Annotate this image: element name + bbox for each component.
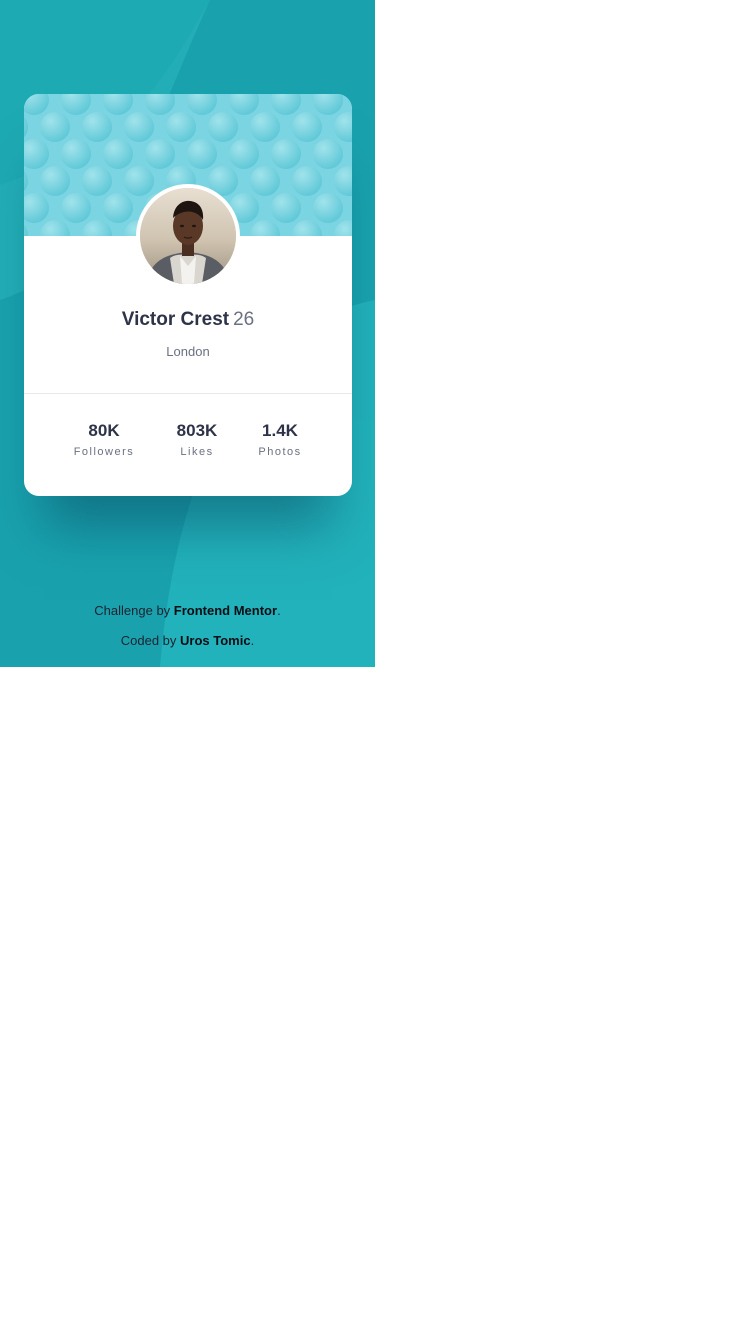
bubble-shape (40, 166, 70, 196)
bubble-shape (187, 139, 217, 169)
bubble-shape (313, 193, 343, 223)
bubble-shape (271, 193, 301, 223)
bubble-shape (313, 139, 343, 169)
bubble-shape (103, 139, 133, 169)
stat-followers: 80K Followers (59, 420, 149, 458)
bubble-shape (250, 112, 280, 142)
profile-name: Victor Crest (121, 309, 230, 330)
bubble-shape (166, 112, 196, 142)
attribution-prefix: Coded by (120, 633, 181, 648)
bubble-shape (292, 112, 322, 142)
name-row: Victor Crest 26 (24, 309, 352, 331)
attribution-prefix: Challenge by (94, 603, 174, 618)
stat-label: Likes (180, 446, 214, 458)
profile-photo-icon (140, 188, 236, 284)
profile-age: 26 (233, 309, 255, 330)
frontend-mentor-link[interactable]: Frontend Mentor (174, 603, 277, 618)
card-divider (24, 393, 352, 394)
profile-card: Victor Crest 26 London 80K Followers 803K… (24, 94, 352, 496)
bubble-shape (61, 193, 91, 223)
attribution-coded: Coded by Uros Tomic. (0, 633, 375, 648)
bubble-shape (82, 166, 112, 196)
stat-label: Followers (73, 446, 135, 458)
stat-likes: 803K Likes (152, 420, 242, 458)
attribution-period: . (250, 633, 255, 648)
stat-value: 80K (88, 421, 120, 440)
bubble-shape (145, 139, 175, 169)
stat-label: Photos (258, 446, 302, 458)
page-background: Victor Crest 26 London 80K Followers 803K… (0, 0, 375, 667)
author-link[interactable]: Uros Tomic (180, 633, 251, 648)
avatar[interactable] (136, 184, 240, 288)
bubble-shape (292, 166, 322, 196)
stat-photos: 1.4K Photos (235, 420, 325, 458)
attribution-period: . (277, 603, 281, 618)
bubble-shape (82, 112, 112, 142)
bubble-shape (271, 139, 301, 169)
bubble-shape (124, 166, 154, 196)
bubble-shape (229, 139, 259, 169)
bubble-shape (124, 112, 154, 142)
stat-value: 1.4K (262, 421, 298, 440)
attribution-challenge: Challenge by Frontend Mentor. (0, 603, 375, 618)
profile-location: London (166, 344, 210, 359)
bubble-shape (250, 166, 280, 196)
bubble-shape (208, 112, 238, 142)
bubble-shape (103, 193, 133, 223)
stat-value: 803K (176, 421, 218, 440)
bubble-shape (61, 139, 91, 169)
bubble-shape (40, 112, 70, 142)
